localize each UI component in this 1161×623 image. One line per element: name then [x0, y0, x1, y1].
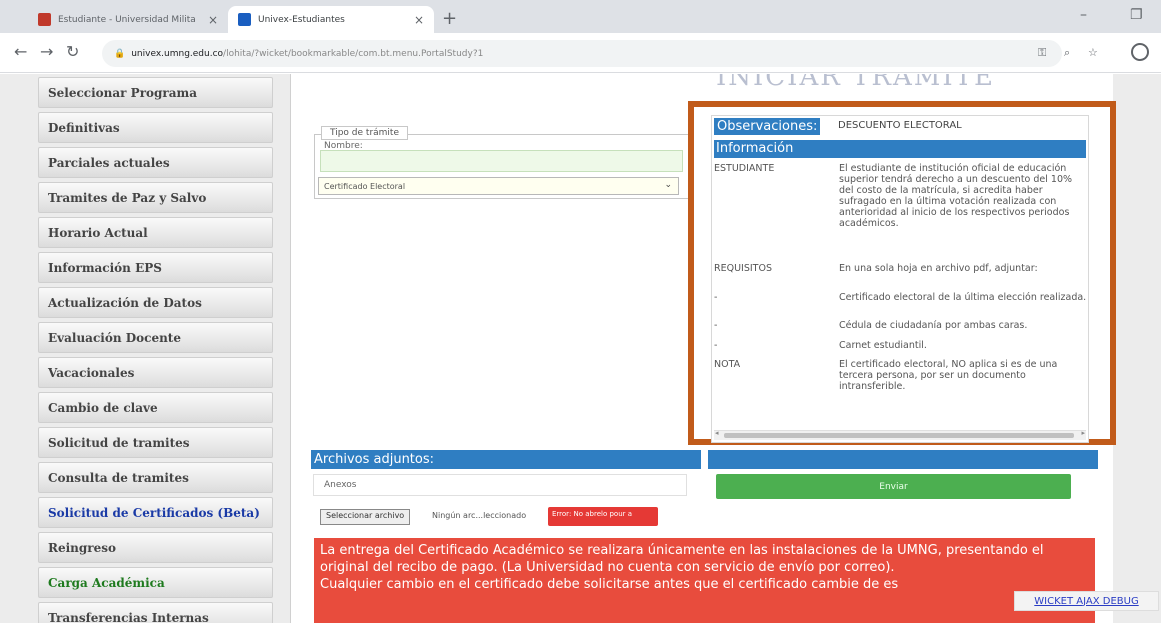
sidebar-item[interactable]: Solicitud de Certificados (Beta)	[38, 497, 273, 528]
enviar-button[interactable]: Enviar	[716, 474, 1071, 499]
sidebar-item[interactable]: Carga Académica	[38, 567, 273, 598]
sidebar-item[interactable]: Tramites de Paz y Salvo	[38, 182, 273, 213]
nombre-input[interactable]	[320, 150, 683, 172]
info-row-key: NOTA	[714, 359, 741, 370]
info-row-value: Carnet estudiantil.	[839, 340, 927, 351]
star-icon[interactable]: ☆	[1088, 46, 1098, 59]
chevron-down-icon: ⌄	[664, 180, 672, 190]
info-row-value: El certificado electoral, NO aplica si e…	[839, 359, 1058, 392]
main-panel: INICIAR TRÁMITE Tipo de trámite Nombre: …	[290, 74, 1116, 623]
address-bar[interactable]: 🔒 univex.umng.edu.co/lohita/?wicket/book…	[102, 40, 1062, 67]
wicket-debug-link[interactable]: WICKET AJAX DEBUG	[1014, 591, 1159, 611]
page-title: INICIAR TRÁMITE	[716, 74, 995, 92]
anexos-field: Anexos	[313, 474, 687, 496]
sidebar-item[interactable]: Reingreso	[38, 532, 273, 563]
univex-favicon-icon	[238, 13, 251, 26]
url-text: univex.umng.edu.co/lohita/?wicket/bookma…	[131, 48, 484, 59]
upload-error-badge: Error: No abrelo pour a	[548, 507, 658, 526]
section-header-bar	[708, 450, 1098, 469]
sidebar-item[interactable]: Seleccionar Programa	[38, 77, 273, 108]
info-row-key: -	[714, 340, 718, 351]
notice-text: La entrega del Certificado Académico se …	[320, 543, 1044, 592]
info-row-value: Cédula de ciudadanía por ambas caras.	[839, 320, 1028, 331]
sidebar-item[interactable]: Cambio de clave	[38, 392, 273, 423]
sidebar-menu: Seleccionar Programa Definitivas Parciales…	[38, 74, 273, 623]
tramite-type-select[interactable]: Certificado Electoral ⌄	[318, 177, 679, 195]
scroll-left-icon[interactable]: ◂	[715, 429, 719, 437]
close-icon[interactable]: ×	[414, 13, 424, 27]
choose-file-button[interactable]: Seleccionar archivo	[320, 509, 411, 525]
account-icon[interactable]	[1131, 43, 1149, 61]
sidebar-item[interactable]: Actualización de Datos	[38, 287, 273, 318]
info-row-value: El estudiante de institución oficial de …	[839, 163, 1073, 229]
select-value: Certificado Electoral	[324, 181, 406, 191]
fieldset-legend: Tipo de trámite	[321, 126, 408, 140]
observaciones-value: DESCUENTO ELECTORAL	[838, 120, 962, 131]
highlight-box: Observaciones: DESCUENTO ELECTORAL Infor…	[688, 101, 1116, 445]
info-row-key: ESTUDIANTE	[714, 163, 775, 174]
info-row-key: -	[714, 320, 718, 331]
sidebar-item[interactable]: Evaluación Docente	[38, 322, 273, 353]
reload-icon[interactable]: ↻	[66, 42, 79, 61]
page-content: Seleccionar Programa Definitivas Parciales…	[0, 74, 1161, 623]
minimize-icon[interactable]: –	[1080, 7, 1087, 23]
close-icon[interactable]: ×	[208, 13, 218, 27]
file-status: Ningún arc...leccionado	[432, 511, 527, 520]
observaciones-panel[interactable]: Observaciones: DESCUENTO ELECTORAL Infor…	[711, 115, 1089, 443]
browser-tab-1[interactable]: Estudiante - Universidad Milita ×	[28, 6, 228, 33]
sidebar-item[interactable]: Definitivas	[38, 112, 273, 143]
info-row-value: En una sola hoja en archivo pdf, adjunta…	[839, 263, 1038, 274]
info-row-key: REQUISITOS	[714, 263, 772, 274]
university-favicon-icon	[38, 13, 51, 26]
sidebar-item[interactable]: Consulta de tramites	[38, 462, 273, 493]
scrollbar-thumb[interactable]	[724, 433, 1074, 438]
info-row-key: -	[714, 292, 718, 303]
browser-toolbar: ← → ↻ 🔒 univex.umng.edu.co/lohita/?wicke…	[0, 33, 1161, 73]
browser-tab-2[interactable]: Univex-Estudiantes ×	[228, 6, 434, 33]
back-icon[interactable]: ←	[14, 42, 27, 61]
observaciones-label: Observaciones:	[714, 118, 821, 135]
sidebar-item[interactable]: Parciales actuales	[38, 147, 273, 178]
archivos-header: Archivos adjuntos:	[311, 450, 701, 469]
horizontal-scrollbar[interactable]: ◂ ▸	[714, 429, 1086, 440]
browser-tab-bar: Estudiante - Universidad Milita × Univex…	[0, 0, 1161, 33]
sidebar-item[interactable]: Solicitud de tramites	[38, 427, 273, 458]
restore-icon[interactable]: ❐	[1130, 7, 1143, 23]
zoom-icon[interactable]: ⌕	[1064, 46, 1070, 60]
sidebar-item[interactable]: Transferencias Internas	[38, 602, 273, 623]
tab-title: Univex-Estudiantes	[258, 14, 345, 25]
sidebar-item[interactable]: Horario Actual	[38, 217, 273, 248]
sidebar-item[interactable]: Información EPS	[38, 252, 273, 283]
new-tab-button[interactable]: +	[442, 8, 457, 29]
certificate-notice: La entrega del Certificado Académico se …	[314, 538, 1095, 623]
forward-icon[interactable]: →	[40, 42, 53, 61]
scroll-right-icon[interactable]: ▸	[1081, 429, 1085, 437]
key-icon[interactable]: ⚿	[1038, 46, 1046, 60]
sidebar-item[interactable]: Vacacionales	[38, 357, 273, 388]
informacion-header: Información	[714, 140, 1086, 158]
info-row-value: Certificado electoral de la última elecc…	[839, 292, 1087, 303]
lock-icon: 🔒	[114, 48, 126, 59]
tab-title: Estudiante - Universidad Milita	[58, 14, 196, 25]
